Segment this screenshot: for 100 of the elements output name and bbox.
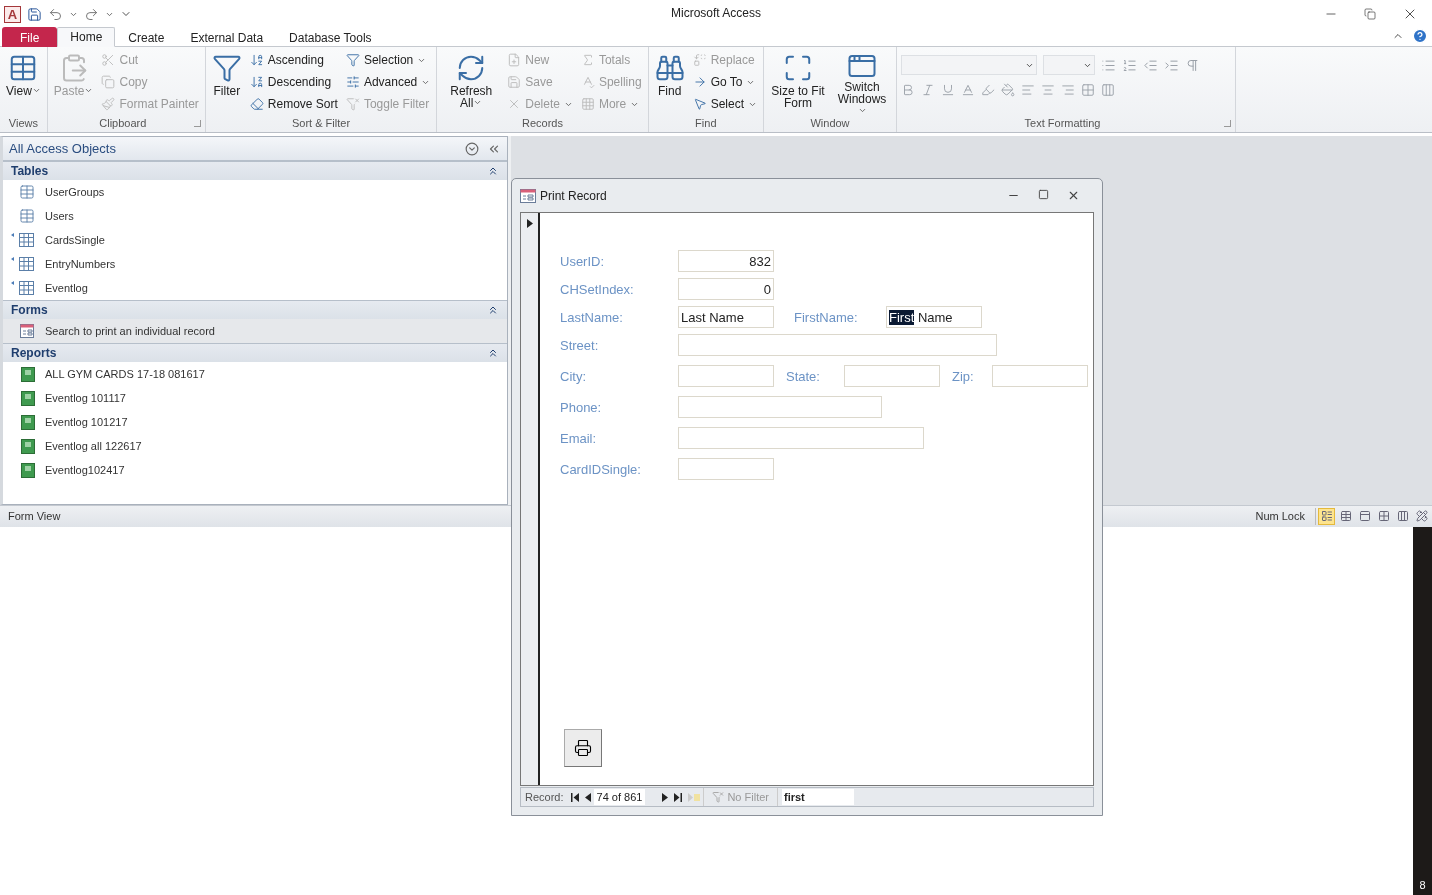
nav-item[interactable]: Eventlog 101217 <box>3 410 507 434</box>
menu-icon[interactable] <box>465 141 479 156</box>
group-label: Views <box>7 115 39 131</box>
font-size-field[interactable] <box>1043 55 1095 75</box>
text-field[interactable] <box>678 334 997 356</box>
field-label: CardIDSingle: <box>560 461 642 477</box>
field-label: State: <box>786 368 821 384</box>
ribbon-button[interactable]: Refresh All <box>441 49 502 115</box>
report-icon <box>21 462 35 478</box>
text-field[interactable] <box>992 365 1088 387</box>
ribbon-button[interactable]: Select <box>690 93 759 115</box>
report-icon <box>21 414 35 430</box>
printer-icon <box>574 739 592 757</box>
ribbon-button[interactable]: Switch Windows <box>832 49 892 115</box>
caret-icon <box>84 86 94 95</box>
maximize-icon[interactable] <box>1038 189 1049 200</box>
nav-item[interactable]: Eventlog 101117 <box>3 386 507 410</box>
scissors-icon <box>101 53 116 67</box>
section-header[interactable]: Tables <box>3 161 507 180</box>
field-label: FirstName: <box>794 309 859 325</box>
group-label: Window <box>809 115 851 131</box>
replace-icon <box>692 53 707 67</box>
status-text: Form View <box>8 510 61 522</box>
ribbon-tab[interactable]: Database Tools <box>276 27 385 47</box>
close-icon[interactable] <box>1067 189 1080 202</box>
fill-color-icon <box>1001 83 1015 97</box>
restore-button[interactable] <box>1364 8 1376 20</box>
nav-item[interactable]: Search to print an individual record <box>3 319 507 343</box>
text-field[interactable]: 0 <box>678 278 774 300</box>
text-field[interactable] <box>678 427 924 449</box>
field-label: Phone: <box>560 399 603 415</box>
align-left-icon <box>1021 83 1035 97</box>
sort-descending-icon <box>249 75 264 89</box>
field-label: LastName: <box>560 309 624 325</box>
align-center-icon <box>1041 83 1055 97</box>
save-icon <box>507 75 522 89</box>
pointer-icon <box>692 97 707 111</box>
view-button[interactable] <box>1318 507 1335 525</box>
caret-icon <box>473 98 483 107</box>
section-header[interactable]: Reports <box>3 343 507 362</box>
collapse-icon <box>487 165 499 177</box>
outdent-icon <box>1143 57 1158 73</box>
num-lock-indicator: Num Lock <box>1255 510 1306 522</box>
text-field[interactable]: Last Name <box>678 306 774 328</box>
sliders-icon <box>345 75 360 89</box>
pane-title[interactable]: All Access Objects <box>9 141 116 156</box>
ribbon-button[interactable]: Filter <box>209 49 244 115</box>
collapse-icon <box>487 347 499 359</box>
group-label: Text Formatting <box>1023 115 1102 131</box>
text-field[interactable]: First Name <box>886 306 982 328</box>
ribbon-tab[interactable]: External Data <box>177 27 277 47</box>
text-field[interactable] <box>678 396 882 418</box>
ribbon-button[interactable]: Go To <box>690 71 759 93</box>
copy-icon <box>101 75 116 89</box>
record-selector-icon <box>525 219 534 228</box>
table-icon <box>19 208 35 224</box>
paintbrush-icon <box>101 97 116 111</box>
ribbon-button[interactable]: Advanced <box>343 71 433 93</box>
eraser-icon <box>249 97 264 111</box>
arrow-right-icon <box>692 75 707 89</box>
text-field[interactable]: 832 <box>678 250 774 272</box>
app-logo: A <box>4 5 21 23</box>
nav-item[interactable]: Eventlog102417 <box>3 458 507 482</box>
underline-icon <box>941 83 955 97</box>
dialog-launcher-icon[interactable] <box>1224 119 1231 127</box>
text-field[interactable] <box>678 458 774 480</box>
help-icon[interactable] <box>1412 28 1428 44</box>
ribbon-button[interactable]: Descending <box>247 71 340 93</box>
ribbon-button[interactable]: Remove Sort <box>247 93 340 115</box>
section-header[interactable]: Forms <box>3 300 507 319</box>
group-label: Find <box>694 115 718 131</box>
group-label: Records <box>520 115 564 131</box>
text-field[interactable] <box>678 365 774 387</box>
ribbon-button[interactable]: Selection <box>343 49 433 71</box>
print-button[interactable] <box>564 729 602 767</box>
nav-item[interactable]: EntryNumbers <box>3 252 507 276</box>
ribbon-button[interactable]: View <box>4 49 43 115</box>
ribbon-tab[interactable]: Home <box>57 27 116 47</box>
nav-item[interactable]: CardsSingle <box>3 228 507 252</box>
edge-fragment: 8 <box>1413 526 1432 895</box>
window-title: Microsoft Access <box>671 6 761 20</box>
bullet-list-icon <box>1101 57 1116 73</box>
view-button[interactable] <box>1413 507 1430 525</box>
caret-icon <box>31 86 41 95</box>
nav-item[interactable]: ALL GYM CARDS 17-18 081617 <box>3 362 507 386</box>
text-field[interactable] <box>844 365 940 387</box>
ribbon-button[interactable]: Ascending <box>247 49 340 71</box>
binoculars-icon <box>654 53 685 83</box>
ribbon-button[interactable]: Find <box>652 49 687 115</box>
font-color-icon <box>961 83 975 97</box>
ribbon-button[interactable]: Size to Fit Form <box>768 49 828 115</box>
nav-item[interactable]: UserGroups <box>3 180 507 204</box>
font-name-field[interactable] <box>901 55 1037 75</box>
nav-item[interactable]: Eventlog <box>3 276 507 300</box>
ribbon-tab[interactable]: Create <box>115 27 178 47</box>
nav-item[interactable]: Users <box>3 204 507 228</box>
dialog-launcher-icon[interactable] <box>193 119 201 127</box>
file-tab[interactable]: File <box>2 27 58 47</box>
group-label: Sort & Filter <box>291 115 352 131</box>
nav-item[interactable]: Eventlog all 122617 <box>3 434 507 458</box>
